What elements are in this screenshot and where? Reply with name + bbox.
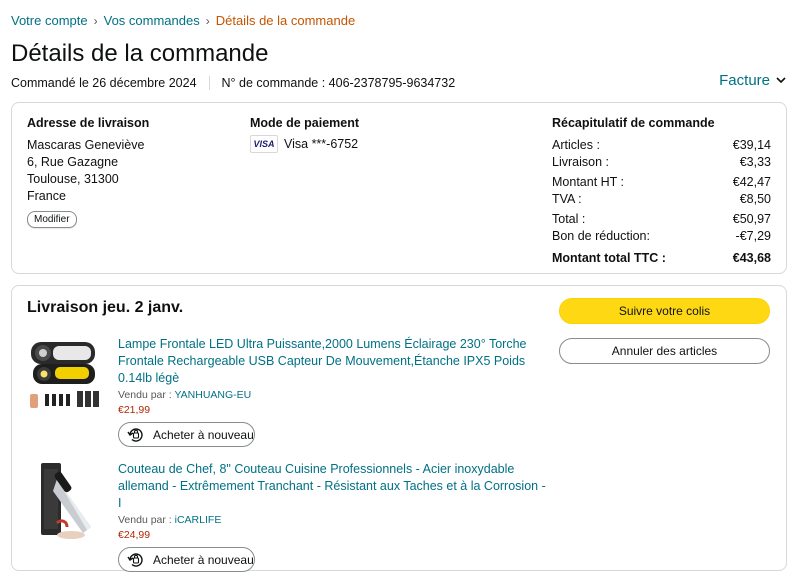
summary-label: TVA : [552,192,582,206]
buy-again-icon [127,427,143,442]
product-title-link[interactable]: Couteau de Chef, 8" Couteau Cuisine Prof… [118,461,548,512]
summary-label: Montant HT : [552,175,625,189]
payment-method-section: Mode de paiement VISA Visa ***-6752 [250,116,359,153]
order-summary-card: Adresse de livraison Mascaras Geneviève … [11,102,787,274]
breadcrumb-your-orders-link[interactable]: Vos commandes [104,13,200,28]
summary-label: Livraison : [552,155,609,169]
address-name: Mascaras Geneviève [27,138,145,152]
payment-card-text: Visa ***-6752 [284,137,359,151]
knife-image-icon [41,463,91,539]
product-price: €21,99 [118,404,151,416]
chevron-down-icon [776,77,786,84]
summary-label: Articles : [552,138,600,152]
summary-value: €43,68 [732,251,771,265]
product-item: Lampe Frontale LED Ultra Puissante,2000 … [27,336,547,451]
breadcrumb-separator: › [205,13,210,28]
summary-row-voucher: Bon de réduction: -€7,29 [552,228,771,245]
summary-value: €3,33 [739,155,771,169]
summary-label: Bon de réduction: [552,229,650,243]
seller-line: Vendu par : iCARLIFE [118,514,548,526]
summary-value: €50,97 [732,212,771,226]
meta-divider [208,76,210,90]
address-country: France [27,189,66,203]
product-info: Lampe Frontale LED Ultra Puissante,2000 … [118,336,548,447]
buy-again-icon [127,552,143,567]
summary-value: €39,14 [732,138,771,152]
summary-row-grand-total: Montant total TTC : €43,68 [552,250,771,267]
product-price: €24,99 [118,529,151,541]
summary-value: -€7,29 [735,229,771,243]
buy-again-button[interactable]: Acheter à nouveau [118,547,255,572]
seller-line: Vendu par : YANHUANG-EU [118,389,548,401]
product-image-knife[interactable] [27,461,107,541]
seller-prefix: Vendu par : [118,514,172,526]
summary-label: Total : [552,212,586,226]
product-title-link[interactable]: Lampe Frontale LED Ultra Puissante,2000 … [118,336,548,387]
summary-value: €42,47 [732,175,771,189]
order-date: Commandé le 26 décembre 2024 [11,76,197,90]
address-city: Toulouse, 31300 [27,172,119,186]
address-street: 6, Rue Gazagne [27,155,119,169]
page-title: Détails de la commande [11,40,269,67]
summary-row-shipping: Livraison : €3,33 [552,154,771,171]
breadcrumb-separator: › [93,13,98,28]
order-recap-title: Récapitulatif de commande [552,116,715,130]
breadcrumb: Votre compte › Vos commandes › Détails d… [11,13,355,28]
buy-again-label: Acheter à nouveau [153,552,254,567]
summary-row-items: Articles : €39,14 [552,137,771,154]
summary-row-subtotal-ht: Montant HT : €42,47 [552,174,771,191]
order-recap-section: Récapitulatif de commande Articles : €39… [552,116,771,267]
modify-address-button[interactable]: Modifier [27,211,77,228]
visa-logo-icon: VISA [250,135,278,153]
seller-name-link[interactable]: iCARLIFE [175,514,222,526]
payment-card-row: VISA Visa ***-6752 [250,135,359,153]
product-image-headlamp[interactable] [27,336,107,416]
buy-again-button[interactable]: Acheter à nouveau [118,422,255,447]
shipping-address-title: Adresse de livraison [27,116,150,130]
order-number: N° de commande : 406-2378795-9634732 [221,76,456,90]
buy-again-label: Acheter à nouveau [153,427,254,442]
summary-label: Montant total TTC : [552,251,666,265]
breadcrumb-current: Détails de la commande [215,13,356,28]
summary-row-total: Total : €50,97 [552,211,771,228]
shipment-card: Livraison jeu. 2 janv. Suivre votre coli… [11,285,787,572]
seller-prefix: Vendu par : [118,389,172,401]
invoice-label: Facture [719,72,770,89]
seller-name-link[interactable]: YANHUANG-EU [174,389,251,401]
track-package-button[interactable]: Suivre votre colis [559,298,770,324]
product-info: Couteau de Chef, 8" Couteau Cuisine Prof… [118,461,548,572]
order-meta: Commandé le 26 décembre 2024 N° de comma… [11,76,455,90]
headlamp-image-icon [30,342,99,408]
summary-row-vat: TVA : €8,50 [552,191,771,208]
delivery-date-title: Livraison jeu. 2 janv. [27,299,184,316]
payment-method-title: Mode de paiement [250,116,360,130]
breadcrumb-your-account-link[interactable]: Votre compte [11,13,88,28]
shipping-address-section: Adresse de livraison Mascaras Geneviève … [27,116,149,228]
summary-value: €8,50 [739,192,771,206]
product-item: Couteau de Chef, 8" Couteau Cuisine Prof… [27,461,547,572]
cancel-items-button[interactable]: Annuler des articles [559,338,770,364]
invoice-dropdown[interactable]: Facture [719,72,786,89]
